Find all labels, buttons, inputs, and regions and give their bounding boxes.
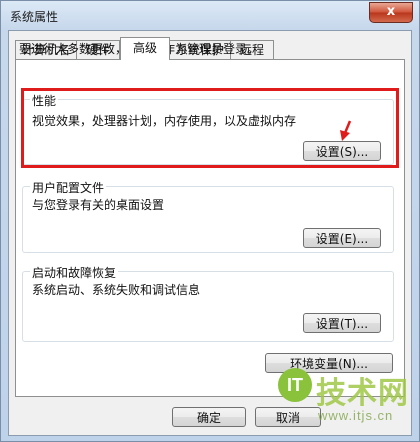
user-profiles-title: 用户配置文件 — [30, 179, 107, 196]
title-bar[interactable]: 系统属性 x — [1, 1, 419, 31]
startup-recovery-group: 启动和故障恢复 系统启动、系统失败和调试信息 设置(T)... — [22, 264, 394, 342]
tab-advanced[interactable]: 高级 — [120, 37, 170, 60]
annotation-arrow-icon — [340, 120, 352, 141]
watermark: IT 技术网 www.itjs.cn — [272, 366, 420, 440]
performance-description: 视觉效果，处理器计划，内存使用，以及虚拟内存 — [32, 114, 297, 128]
close-button[interactable]: x — [369, 2, 413, 23]
user-profiles-group: 用户配置文件 与您登录有关的桌面设置 设置(E)... — [22, 179, 394, 253]
watermark-brand: 技术网 — [316, 376, 409, 411]
startup-recovery-settings-button[interactable]: 设置(T)... — [303, 313, 381, 333]
user-profiles-settings-button[interactable]: 设置(E)... — [303, 228, 381, 248]
user-profiles-description: 与您登录有关的桌面设置 — [32, 198, 165, 212]
startup-recovery-title: 启动和故障恢复 — [30, 264, 119, 281]
ok-button[interactable]: 确定 — [172, 407, 246, 427]
watermark-logo-icon: IT — [278, 368, 312, 402]
window-title: 系统属性 — [10, 10, 59, 24]
close-icon: x — [386, 4, 396, 19]
performance-title: 性能 — [30, 92, 59, 109]
watermark-url: www.itjs.cn — [318, 408, 394, 423]
startup-recovery-description: 系统启动、系统失败和调试信息 — [32, 283, 201, 297]
performance-settings-button[interactable]: 设置(S)... — [303, 141, 381, 161]
